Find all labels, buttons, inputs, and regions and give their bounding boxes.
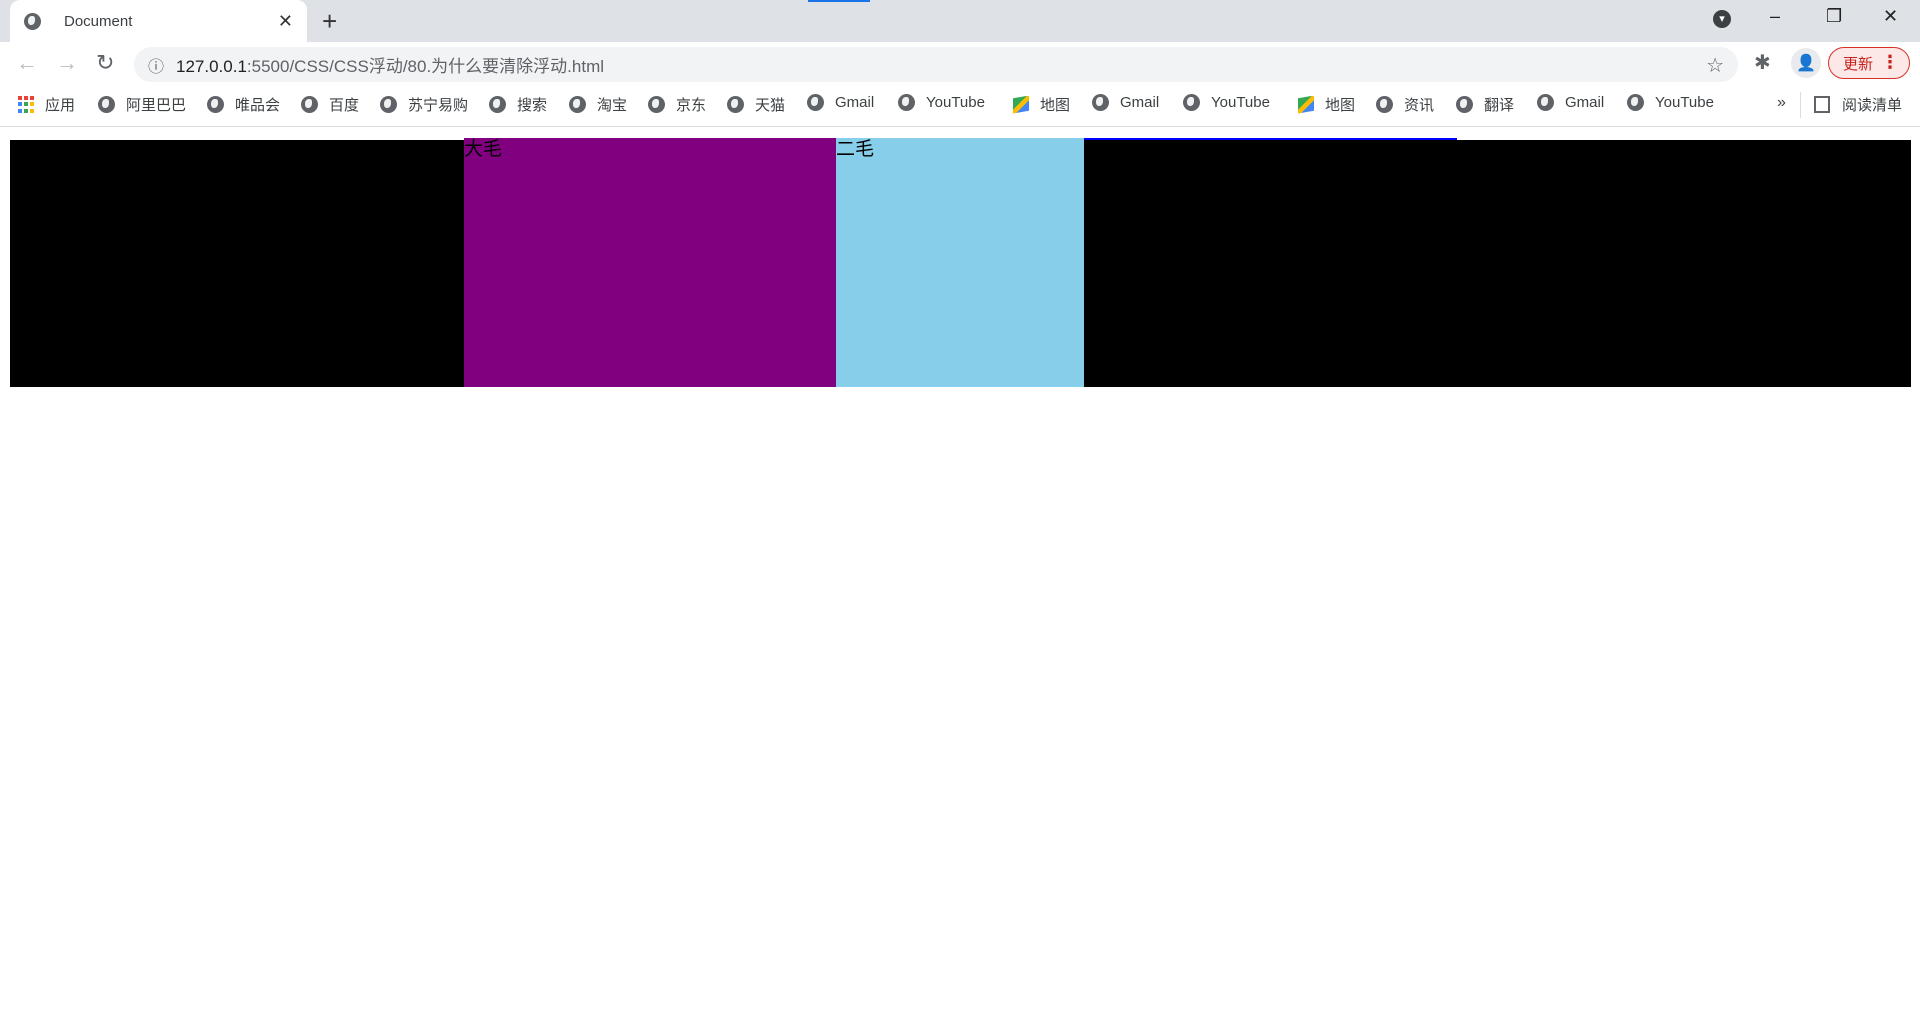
address-bar[interactable]: ⓘ 127.0.0.1:5500/CSS/CSS浮动/80.为什么要清除浮动.h… [134, 47, 1738, 82]
bookmark-label: 淘宝 [597, 97, 628, 114]
box-damao: 大毛 [464, 138, 836, 387]
menu-icon[interactable]: ⋮ [1881, 52, 1899, 73]
more-bookmarks-button[interactable]: » [1777, 94, 1786, 112]
globe-icon [898, 94, 915, 111]
bookmark-item[interactable]: 天猫 [727, 94, 785, 115]
bookmark-star-icon[interactable]: ☆ [1706, 53, 1724, 78]
bookmark-apps[interactable]: 应用 [18, 94, 75, 115]
globe-icon [1537, 94, 1554, 111]
tab-title: Document [64, 12, 133, 30]
globe-icon [727, 96, 744, 113]
bookmark-label: Gmail [1120, 94, 1160, 111]
globe-icon [98, 96, 115, 113]
extensions-icon[interactable]: ✱ [1754, 50, 1771, 75]
globe-icon [24, 12, 41, 30]
loading-indicator [808, 0, 870, 2]
bookmarks-bar: 应用 阿里巴巴 唯品会 百度 苏宁易购 搜索 淘宝 京东 天猫 Gmail YouTube 地图 Gm… [0, 84, 1920, 127]
bookmark-label: 阿里巴巴 [126, 97, 187, 114]
update-label: 更新 [1843, 55, 1874, 73]
bookmark-label: 京东 [676, 97, 707, 114]
restore-button[interactable]: ❐ [1826, 6, 1842, 27]
tab-close-icon[interactable]: ✕ [278, 11, 293, 32]
globe-icon [807, 94, 824, 111]
bookmark-label: Gmail [835, 94, 875, 111]
reading-list-button[interactable]: 阅读清单 [1814, 94, 1902, 115]
forward-button[interactable]: → [56, 50, 78, 76]
globe-icon [1456, 96, 1473, 113]
bookmark-label: 搜索 [517, 97, 548, 114]
new-tab-button[interactable]: + [322, 6, 337, 37]
bookmark-item[interactable]: 苏宁易购 [380, 94, 468, 115]
bookmark-item[interactable]: 京东 [648, 94, 706, 115]
globe-icon [301, 96, 318, 113]
update-button[interactable]: 更新 ⋮ [1828, 47, 1910, 79]
bookmark-item[interactable]: YouTube [1627, 94, 1714, 111]
divider [1800, 92, 1801, 118]
maps-icon [1013, 95, 1029, 114]
bookmark-item[interactable]: YouTube [898, 94, 985, 111]
apps-icon [18, 96, 35, 113]
bookmark-label: Gmail [1565, 94, 1605, 111]
bookmark-label: 应用 [45, 97, 76, 114]
bookmark-label: 地图 [1325, 97, 1356, 114]
bookmark-item[interactable]: 地图 [1298, 94, 1355, 115]
tab-search-icon[interactable]: ▾ [1713, 10, 1731, 28]
bookmark-item[interactable]: 地图 [1013, 94, 1070, 115]
minimize-button[interactable]: – [1770, 6, 1780, 27]
globe-icon [489, 96, 506, 113]
globe-icon [1376, 96, 1393, 113]
bookmark-item[interactable]: Gmail [807, 94, 874, 111]
bookmark-item[interactable]: 百度 [301, 94, 359, 115]
bookmark-label: 翻译 [1484, 97, 1515, 114]
reading-list-icon [1814, 96, 1830, 113]
globe-icon [207, 96, 224, 113]
bookmark-label: 地图 [1040, 97, 1071, 114]
reading-list-label: 阅读清单 [1842, 97, 1903, 114]
bookmark-label: YouTube [1211, 94, 1270, 111]
bookmark-item[interactable]: 唯品会 [207, 94, 280, 115]
bookmark-label: YouTube [1655, 94, 1714, 111]
bookmark-label: 苏宁易购 [408, 97, 469, 114]
bookmark-label: 百度 [329, 97, 360, 114]
globe-icon [380, 96, 397, 113]
bookmark-item[interactable]: YouTube [1183, 94, 1270, 111]
bookmark-item[interactable]: 搜索 [489, 94, 547, 115]
globe-icon [1183, 94, 1200, 111]
bookmark-item[interactable]: 阿里巴巴 [98, 94, 186, 115]
bookmark-label: 资讯 [1404, 97, 1435, 114]
globe-icon [1627, 94, 1644, 111]
globe-icon [648, 96, 665, 113]
back-button[interactable]: ← [16, 50, 38, 76]
bookmark-item[interactable]: 翻译 [1456, 94, 1514, 115]
bookmark-label: YouTube [926, 94, 985, 111]
globe-icon [569, 96, 586, 113]
bookmark-item[interactable]: Gmail [1092, 94, 1159, 111]
avatar[interactable]: 👤 [1791, 48, 1821, 78]
globe-icon [1092, 94, 1109, 111]
bookmark-label: 天猫 [755, 97, 786, 114]
tab-bar: Document ✕ + ▾ – ❐ ✕ [0, 0, 1920, 42]
bookmark-label: 唯品会 [235, 97, 281, 114]
url-path: :5500/CSS/CSS浮动/80.为什么要清除浮动.html [246, 57, 605, 76]
maps-icon [1298, 95, 1314, 114]
box-ermao: 二毛 [836, 138, 1084, 387]
bookmark-item[interactable]: Gmail [1537, 94, 1604, 111]
tab-document[interactable]: Document ✕ [10, 0, 307, 42]
close-window-button[interactable]: ✕ [1883, 6, 1898, 27]
bookmark-item[interactable]: 资讯 [1376, 94, 1434, 115]
info-icon[interactable]: ⓘ [148, 53, 164, 77]
reload-button[interactable]: ↻ [96, 50, 114, 76]
url-text[interactable]: 127.0.0.1:5500/CSS/CSS浮动/80.为什么要清除浮动.htm… [176, 52, 604, 77]
toolbar: ← → ↻ ⓘ 127.0.0.1:5500/CSS/CSS浮动/80.为什么要… [0, 42, 1920, 84]
bookmark-item[interactable]: 淘宝 [569, 94, 627, 115]
page-content: 大毛 二毛 [0, 128, 1920, 1034]
url-host: 127.0.0.1 [176, 57, 247, 76]
